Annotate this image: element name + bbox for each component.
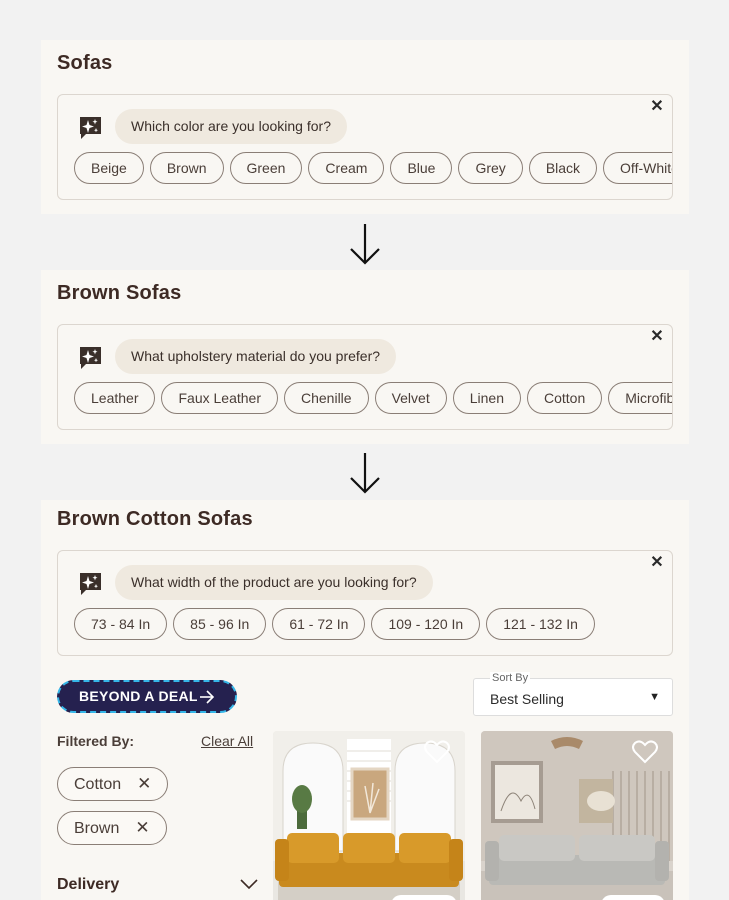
option-chip-61-72[interactable]: 61 - 72 In — [272, 608, 366, 640]
applied-filter-chip[interactable]: Brown ✕ — [57, 811, 167, 845]
option-chip-blue[interactable]: Blue — [390, 152, 453, 184]
sort-by-label: Sort By — [490, 672, 531, 684]
option-chip-linen[interactable]: Linen — [452, 382, 521, 414]
ai-sparkle-icon — [80, 117, 101, 139]
option-chip-velvet[interactable]: Velvet — [374, 382, 447, 414]
guided-question-card: What width of the product are you lookin… — [57, 550, 673, 656]
heart-icon[interactable] — [632, 740, 658, 764]
page-title: Brown Sofas — [57, 282, 182, 304]
guided-question-card: What upholstery material do you prefer? … — [57, 324, 673, 430]
applied-filter-chip[interactable]: Cotton ✕ — [57, 767, 169, 801]
close-icon[interactable]: ✕ — [650, 555, 664, 571]
question-bubble: What upholstery material do you prefer? — [115, 339, 397, 374]
sort-by-value: Best Selling — [490, 691, 564, 707]
arrow-right-icon — [200, 690, 215, 704]
option-chip-chenille[interactable]: Chenille — [283, 382, 369, 414]
product-card[interactable] — [481, 731, 673, 900]
page-title: Brown Cotton Sofas — [57, 508, 253, 530]
option-chip-off-white[interactable]: Off-White — [603, 152, 672, 184]
clear-all-link[interactable]: Clear All — [201, 733, 253, 749]
sort-by-select[interactable]: Sort By Best Selling ▼ — [473, 672, 673, 716]
caret-down-icon: ▼ — [649, 691, 660, 703]
option-chip-microfiber[interactable]: Microfiber — [608, 382, 672, 414]
remove-filter-icon[interactable]: ✕ — [135, 812, 149, 844]
option-chip-black[interactable]: Black — [528, 152, 598, 184]
option-chip-row: 73 - 84 In 85 - 96 In 61 - 72 In 109 - 120 … — [74, 608, 601, 640]
ai-sparkle-icon — [80, 347, 101, 369]
option-chip-leather[interactable]: Leather — [74, 382, 156, 414]
option-chip-grey[interactable]: Grey — [458, 152, 523, 184]
beyond-a-deal-button[interactable]: BEYOND A DEAL — [57, 680, 237, 713]
applied-filter-label: Cotton — [74, 776, 122, 793]
close-icon[interactable]: ✕ — [650, 329, 664, 345]
option-chip-beige[interactable]: Beige — [74, 152, 144, 184]
guided-question-card: Which color are you looking for? ✕ Beige… — [57, 94, 673, 200]
ai-sparkle-icon — [80, 573, 101, 595]
option-chip-cream[interactable]: Cream — [308, 152, 385, 184]
option-chip-121-132[interactable]: 121 - 132 In — [486, 608, 595, 640]
filtered-by-heading: Filtered By: — [57, 733, 135, 749]
delivery-filter-heading[interactable]: Delivery — [57, 876, 119, 894]
arrow-down-icon — [350, 224, 380, 265]
arrow-down-icon — [350, 453, 380, 494]
option-chip-85-96[interactable]: 85 - 96 In — [173, 608, 267, 640]
remove-filter-icon[interactable]: ✕ — [137, 768, 151, 800]
question-bubble: What width of the product are you lookin… — [115, 565, 433, 600]
option-chip-green[interactable]: Green — [229, 152, 303, 184]
option-chip-faux-leather[interactable]: Faux Leather — [161, 382, 278, 414]
option-chip-brown[interactable]: Brown — [149, 152, 224, 184]
option-chip-cotton[interactable]: Cotton — [526, 382, 603, 414]
refinement-step-material: Brown Sofas What upholstery material do … — [41, 270, 689, 444]
deal-label: BEYOND A DEAL — [79, 688, 198, 704]
question-bubble: Which color are you looking for? — [115, 109, 347, 144]
option-chip-row: Leather Faux Leather Chenille Velvet Linen Co… — [74, 382, 672, 414]
page-title: Sofas — [57, 52, 113, 74]
option-chip-row: Beige Brown Green Cream Blue Grey Black Off-Whi… — [74, 152, 672, 184]
refinement-step-colors: Sofas Which color are you looking for? ✕… — [41, 40, 689, 214]
chevron-down-icon[interactable] — [240, 878, 258, 890]
option-chip-73-84[interactable]: 73 - 84 In — [74, 608, 168, 640]
option-chip-109-120[interactable]: 109 - 120 In — [371, 608, 481, 640]
heart-icon[interactable] — [424, 740, 450, 764]
product-card[interactable] — [273, 731, 465, 900]
close-icon[interactable]: ✕ — [650, 99, 664, 115]
applied-filter-label: Brown — [74, 820, 120, 837]
